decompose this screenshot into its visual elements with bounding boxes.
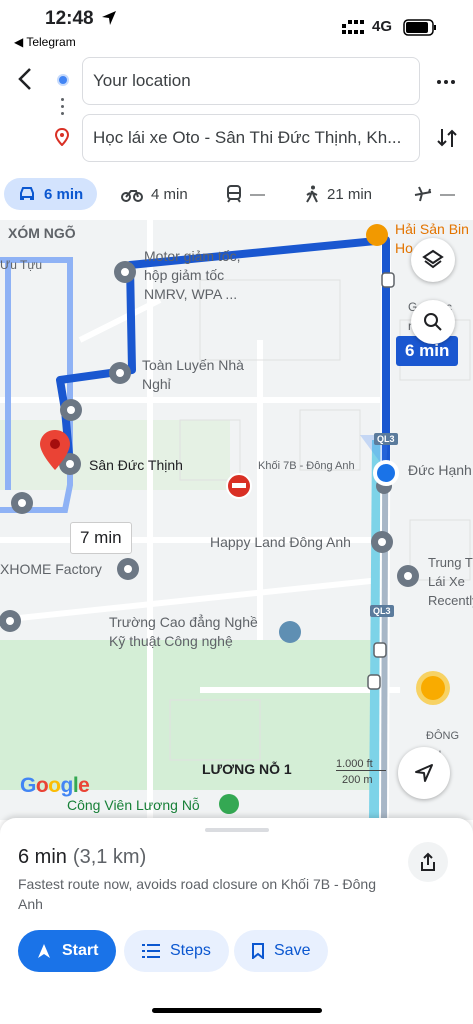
- start-button[interactable]: Start: [18, 930, 117, 972]
- map-view[interactable]: XÓM NGÕ Ưu Tựu Motor giảm tốc, hộp giảm …: [0, 220, 473, 820]
- label-happy-land[interactable]: Happy Land Đông Anh: [210, 533, 351, 552]
- steps-button[interactable]: Steps: [124, 930, 229, 972]
- eta-summary: 6 min (3,1 km): [18, 846, 146, 869]
- tab-walk-label: 21 min: [327, 185, 373, 203]
- home-indicator[interactable]: [152, 1008, 322, 1013]
- save-button[interactable]: Save: [234, 930, 329, 972]
- steps-label: Steps: [170, 942, 211, 959]
- list-icon: [142, 944, 160, 958]
- status-bar: 12:48 ◀ Telegram 4G: [0, 0, 473, 50]
- directions-header: Your location Học lái xe Oto - Sân Thi Đ…: [0, 50, 473, 170]
- scale-m: 200 m: [342, 774, 373, 786]
- layers-button[interactable]: [411, 238, 455, 282]
- tab-car[interactable]: 6 min: [4, 178, 98, 210]
- save-label: Save: [274, 942, 311, 959]
- origin-input[interactable]: Your location: [82, 57, 420, 105]
- tab-motorbike[interactable]: 4 min: [121, 178, 188, 210]
- sheet-drag-handle[interactable]: [205, 828, 269, 832]
- swap-icon[interactable]: [434, 125, 460, 151]
- ql3-shield-2: QL3: [370, 605, 394, 617]
- alt-route-time-badge[interactable]: 7 min: [70, 522, 132, 554]
- search-icon: [424, 313, 442, 331]
- label-truong[interactable]: Trường Cao đẳng Nghề Kỹ thuật Công nghệ: [109, 613, 258, 651]
- label-san-duc-thinh[interactable]: Sân Đức Thịnh: [89, 456, 183, 475]
- navigation-arrow-icon: [415, 764, 433, 782]
- label-luong-no: LƯƠNG NỖ 1: [202, 761, 292, 777]
- google-logo: Google: [20, 774, 90, 797]
- walk-icon: [306, 185, 318, 203]
- bookmark-icon: [252, 943, 264, 959]
- search-along-route-button[interactable]: [411, 300, 455, 344]
- label-duc-hanh[interactable]: Đức Hạnh: [408, 461, 472, 480]
- flight-icon: [414, 186, 432, 202]
- label-xhome[interactable]: XHOME Factory: [0, 560, 102, 579]
- layers-icon: [422, 249, 444, 269]
- back-arrow-icon[interactable]: [12, 65, 40, 93]
- tab-transit[interactable]: —: [226, 178, 265, 210]
- label-uu-tuu: Ưu Tựu: [0, 258, 43, 272]
- origin-dot-icon: [57, 74, 69, 86]
- scale-ft: 1.000 ft: [336, 758, 386, 771]
- map-canvas: [0, 220, 473, 820]
- eta-time: 6 min: [18, 846, 67, 868]
- tab-motorbike-label: 4 min: [151, 185, 188, 203]
- battery-icon: [403, 19, 436, 36]
- destination-input[interactable]: Học lái xe Oto - Sân Thi Đức Thịnh, Kh..…: [82, 114, 420, 162]
- tab-walk[interactable]: 21 min: [305, 178, 372, 210]
- tab-flight-label: —: [440, 185, 455, 203]
- transit-icon: [227, 185, 241, 203]
- network-type: 4G: [372, 18, 393, 35]
- tab-transit-label: —: [250, 185, 265, 203]
- label-xom-ngo: XÓM NGÕ: [8, 225, 76, 241]
- tab-flight[interactable]: —: [414, 178, 455, 210]
- signal-icon: [342, 20, 364, 34]
- route-distance: (3,1 km): [72, 846, 147, 868]
- tab-car-label: 6 min: [44, 185, 84, 203]
- route-connector-dots: [61, 98, 65, 119]
- route-summary-sheet[interactable]: 6 min (3,1 km) Fastest route now, avoids …: [0, 818, 473, 1024]
- car-icon: [20, 187, 34, 200]
- more-options-icon[interactable]: [436, 72, 456, 92]
- ql3-shield: QL3: [374, 433, 398, 445]
- label-trung[interactable]: Trung T Lái Xe Recently: [428, 553, 473, 610]
- label-cong-vien[interactable]: Công Viên Lương Nỗ: [67, 796, 200, 815]
- label-khoi-7b: Khối 7B - Đông Anh: [258, 460, 355, 472]
- navigation-arrow-icon: [38, 944, 50, 958]
- clock: 12:48: [45, 8, 94, 29]
- travel-mode-tabs: 6 min 4 min — 21 min —: [0, 170, 473, 220]
- share-icon: [421, 852, 435, 871]
- destination-pin-icon: [55, 128, 69, 146]
- route-description: Fastest route now, avoids road closure o…: [18, 876, 376, 912]
- start-label: Start: [62, 942, 99, 959]
- map-scale: 1.000 ft 200 m: [300, 758, 386, 786]
- label-motor[interactable]: Motor giảm tốc, hộp giảm tốc NMRV, WPA .…: [144, 247, 240, 304]
- motorbike-icon: [121, 190, 143, 202]
- location-arrow-icon: [102, 11, 116, 25]
- recenter-button[interactable]: [398, 747, 450, 799]
- label-nha-nghi[interactable]: Toàn Luyến Nhà Nghỉ: [142, 356, 244, 394]
- back-to-telegram[interactable]: ◀ Telegram: [14, 35, 76, 49]
- share-button[interactable]: [408, 842, 448, 882]
